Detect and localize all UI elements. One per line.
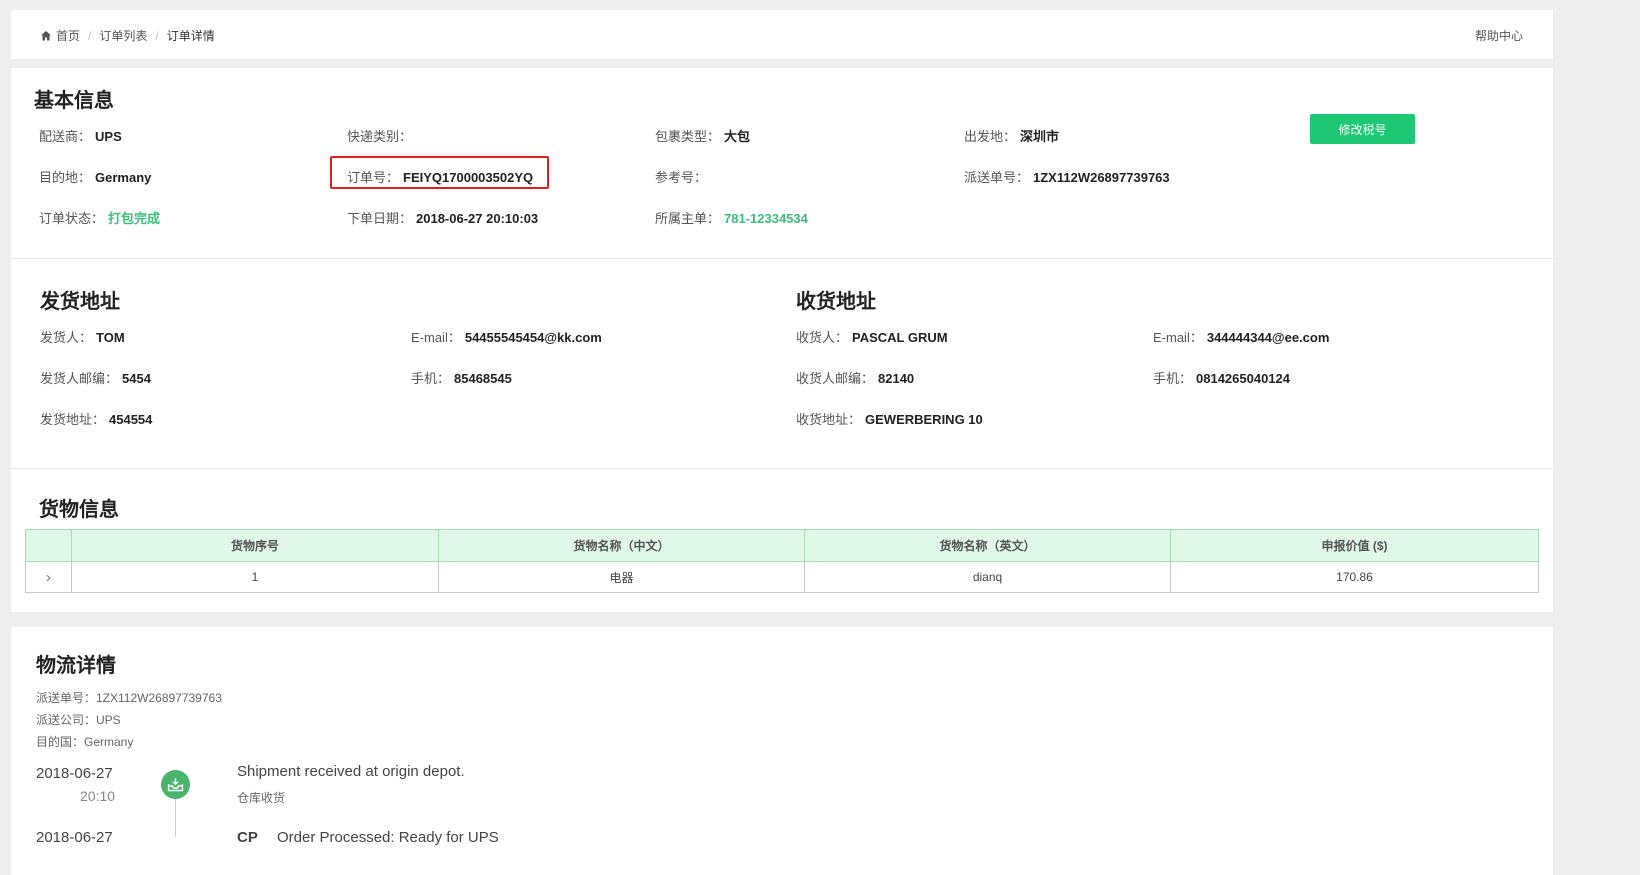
sender-zip-field: 发货人邮编： 5454 bbox=[40, 371, 151, 386]
logistics-title: 物流详情 bbox=[36, 655, 116, 677]
receiver-email-field: E-mail： 344444344@ee.com bbox=[1153, 330, 1330, 345]
timeline-event-sub: 仓库收货 bbox=[237, 791, 286, 805]
table-cell: 170.86 bbox=[1170, 561, 1539, 593]
timeline-time: 20:10 bbox=[80, 788, 116, 804]
reference-number-field: 参考号： bbox=[655, 170, 708, 185]
expand-row-button[interactable]: › bbox=[25, 561, 72, 593]
goods-info-title: 货物信息 bbox=[39, 499, 119, 521]
sender-email-field: E-mail： 54455545454@kk.com bbox=[411, 330, 602, 345]
logistics-country-line: 目的国：Germany bbox=[36, 735, 134, 749]
table-cell: 1 bbox=[71, 561, 439, 593]
logistics-card: 物流详情 派送单号：1ZX112W26897739763 派送公司：UPS 目的… bbox=[11, 627, 1553, 875]
receiver-address-field: 收货地址： GEWERBERING 10 bbox=[796, 412, 983, 427]
tracking-number-field: 派送单号： 1ZX112W26897739763 bbox=[964, 170, 1170, 185]
timeline-date: 2018-06-27 bbox=[36, 829, 113, 846]
order-number-field: 订单号： FEIYQ1700003502YQ bbox=[347, 170, 534, 185]
column-header: 货物序号 bbox=[71, 529, 439, 562]
table-cell: dianq bbox=[804, 561, 1171, 593]
express-type-field: 快递类别： bbox=[347, 129, 413, 144]
table-header-row: 货物序号 货物名称（中文） 货物名称（英文） 申报价值 ($) bbox=[25, 529, 1539, 562]
edit-tax-id-button[interactable]: 修改税号 bbox=[1310, 114, 1415, 144]
breadcrumb: 首页 / 订单列表 / 订单详情 bbox=[40, 27, 215, 44]
master-bill-field: 所属主单： 781-12334534 bbox=[655, 211, 808, 226]
receiver-phone-field: 手机： 0814265040124 bbox=[1153, 371, 1291, 386]
order-detail-card: 基本信息 配送商： UPS 快递类别： 包裹类型： 大包 出发地： 深圳市 修改税号 … bbox=[11, 68, 1553, 612]
package-type-field: 包裹类型： 大包 bbox=[655, 129, 751, 144]
breadcrumb-home[interactable]: 首页 bbox=[56, 27, 80, 44]
column-header bbox=[25, 529, 72, 562]
receiver-name-field: 收货人： PASCAL GRUM bbox=[796, 330, 948, 345]
timeline-event: Shipment received at origin depot. bbox=[237, 763, 465, 780]
breadcrumb-current: 订单详情 bbox=[166, 29, 215, 43]
logistics-tracking-line: 派送单号：1ZX112W26897739763 bbox=[36, 691, 222, 705]
timeline-event: Order Processed: Ready for UPS bbox=[277, 829, 499, 846]
sender-phone-field: 手机： 85468545 bbox=[411, 371, 512, 386]
receiver-zip-field: 收货人邮编： 82140 bbox=[796, 371, 915, 386]
breadcrumb-separator: / bbox=[88, 28, 92, 43]
divider bbox=[11, 258, 1553, 259]
basic-info-title: 基本信息 bbox=[34, 90, 114, 112]
help-center-link[interactable]: 帮助中心 bbox=[1475, 27, 1523, 44]
home-icon bbox=[41, 30, 51, 40]
origin-field: 出发地： 深圳市 bbox=[964, 129, 1060, 144]
column-header: 申报价值 ($) bbox=[1170, 529, 1539, 562]
top-bar: 首页 / 订单列表 / 订单详情 帮助中心 bbox=[11, 10, 1553, 59]
chevron-right-icon: › bbox=[46, 568, 51, 586]
column-header: 货物名称（英文） bbox=[804, 529, 1171, 562]
table-cell: 电器 bbox=[438, 561, 805, 593]
breadcrumb-separator: / bbox=[155, 28, 159, 43]
receiver-address-title: 收货地址 bbox=[796, 291, 876, 313]
timeline-connector bbox=[175, 797, 176, 837]
inbox-download-icon bbox=[161, 770, 190, 799]
table-row: › 1 电器 dianq 170.86 bbox=[25, 561, 1539, 593]
breadcrumb-orders[interactable]: 订单列表 bbox=[99, 27, 147, 44]
timeline-event-code: CP bbox=[237, 829, 258, 846]
column-header: 货物名称（中文） bbox=[438, 529, 805, 562]
sender-name-field: 发货人： TOM bbox=[40, 330, 125, 345]
destination-field: 目的地： Germany bbox=[39, 170, 152, 185]
order-date-field: 下单日期： 2018-06-27 20:10:03 bbox=[347, 211, 539, 226]
timeline-date: 2018-06-27 bbox=[36, 765, 113, 782]
sender-address-field: 发货地址： 454554 bbox=[40, 412, 153, 427]
goods-table: 货物序号 货物名称（中文） 货物名称（英文） 申报价值 ($) › 1 电器 d… bbox=[25, 529, 1539, 593]
order-status-field: 订单状态： 打包完成 bbox=[39, 211, 161, 226]
status-badge: 打包完成 bbox=[108, 211, 161, 226]
master-bill-link[interactable]: 781-12334534 bbox=[724, 211, 808, 226]
carrier-field: 配送商： UPS bbox=[39, 129, 122, 144]
logistics-company-line: 派送公司：UPS bbox=[36, 713, 121, 727]
sender-address-title: 发货地址 bbox=[40, 291, 120, 313]
divider bbox=[11, 468, 1553, 469]
